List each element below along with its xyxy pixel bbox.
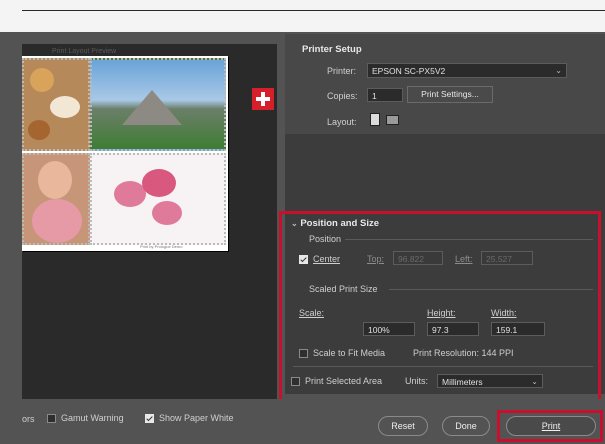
swiss-flag: [252, 88, 274, 110]
reset-button[interactable]: Reset: [378, 416, 428, 436]
copies-label: Copies:: [327, 91, 358, 101]
landscape-layout-icon[interactable]: [386, 115, 399, 125]
layout-label: Layout:: [327, 117, 357, 127]
window-top-bar: [0, 0, 605, 32]
gamut-warning-checkbox[interactable]: [47, 414, 56, 423]
copies-field[interactable]: 1: [367, 88, 403, 102]
chevron-down-icon: ⌄: [555, 66, 562, 75]
printer-label: Printer:: [327, 66, 357, 76]
print-button[interactable]: Print: [506, 416, 596, 436]
food-photo: [22, 58, 90, 151]
highlight-box: [279, 211, 601, 403]
show-paper-white-checkbox[interactable]: [145, 414, 154, 423]
print-preview-area: Print Layout Preview Print by Prologue D…: [22, 44, 277, 399]
done-button[interactable]: Done: [442, 416, 490, 436]
printer-setup-title: Printer Setup: [302, 44, 362, 55]
divider: [22, 10, 605, 11]
preview-caption: Print Layout Preview: [52, 48, 117, 55]
printer-select[interactable]: EPSON SC-PX5V2 ⌄: [367, 63, 567, 78]
bottom-bar: ors Gamut Warning Show Paper White Reset…: [0, 399, 605, 444]
print-settings-button[interactable]: Print Settings...: [407, 86, 493, 103]
printer-setup-section: Printer Setup Printer: EPSON SC-PX5V2 ⌄ …: [285, 34, 605, 134]
flower-photo: [90, 153, 226, 245]
gamut-warning-label: Gamut Warning: [61, 413, 124, 423]
mountain-photo: [90, 58, 274, 151]
portrait-layout-icon[interactable]: [370, 113, 380, 126]
printer-value: EPSON SC-PX5V2: [372, 66, 446, 76]
colors-label: ors: [22, 414, 35, 424]
paper-credit: Print by Prologue Demo: [140, 244, 183, 249]
paper-preview[interactable]: Print by Prologue Demo: [22, 56, 274, 251]
show-paper-white-label: Show Paper White: [159, 413, 234, 423]
child-photo: [22, 153, 90, 245]
